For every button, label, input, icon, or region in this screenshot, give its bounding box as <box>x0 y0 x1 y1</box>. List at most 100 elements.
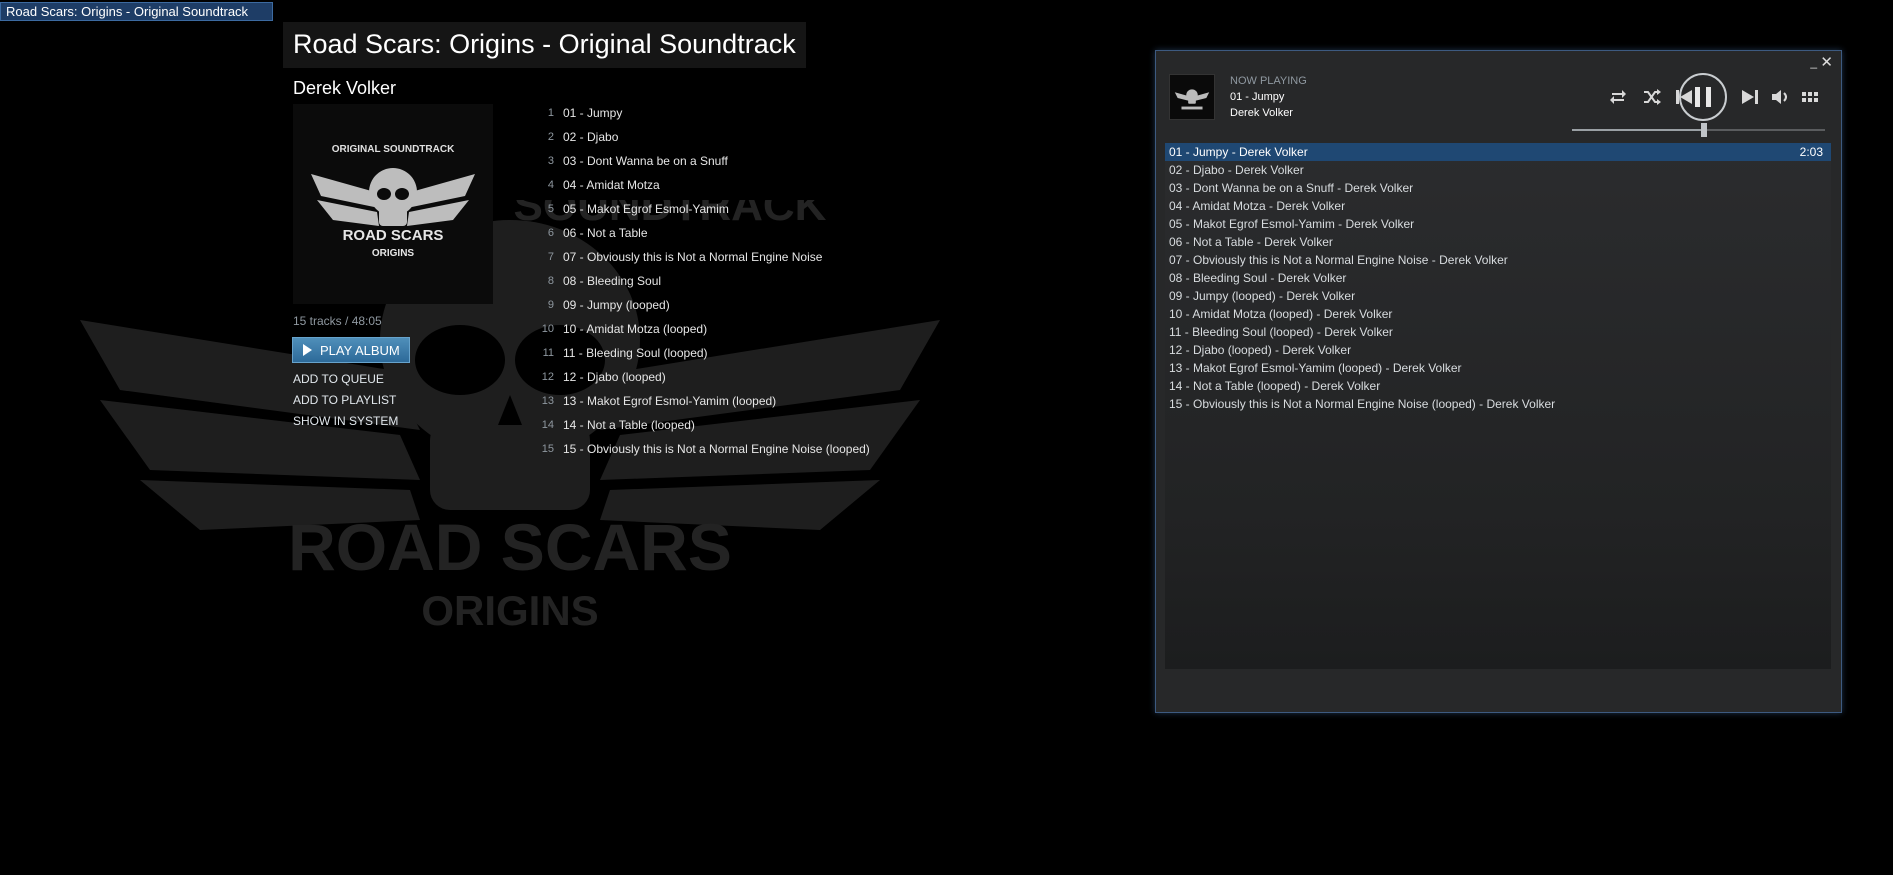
queue-item[interactable]: 13 - Makot Egrof Esmol-Yamim (looped) - … <box>1165 359 1831 377</box>
track-title: 07 - Obviously this is Not a Normal Engi… <box>563 250 823 264</box>
track-row[interactable]: 8 08 - Bleeding Soul <box>530 269 870 293</box>
track-row[interactable]: 4 04 - Amidat Motza <box>530 173 870 197</box>
add-to-queue-link[interactable]: ADD TO QUEUE <box>293 372 384 386</box>
album-cover: ORIGINAL SOUNDTRACK ROAD SCARS ORIGINS <box>293 104 493 304</box>
queue-item[interactable]: 08 - Bleeding Soul - Derek Volker <box>1165 269 1831 287</box>
queue-item-title: 09 - Jumpy (looped) - Derek Volker <box>1169 289 1356 303</box>
play-queue: 01 - Jumpy - Derek Volker 2:03 02 - Djabo… <box>1165 143 1831 669</box>
now-playing-label: NOW PLAYING <box>1230 75 1307 87</box>
queue-item-duration: 2:03 <box>1799 145 1823 159</box>
track-number: 11 <box>542 347 554 359</box>
queue-item[interactable]: 06 - Not a Table - Derek Volker <box>1165 233 1831 251</box>
track-number: 12 <box>541 371 554 383</box>
next-icon[interactable] <box>1741 87 1759 107</box>
track-row[interactable]: 9 09 - Jumpy (looped) <box>530 293 870 317</box>
track-title: 04 - Amidat Motza <box>563 178 660 192</box>
background-brand-text: ROAD SCARS <box>288 510 732 584</box>
pause-icon-bar-left <box>1695 87 1700 107</box>
repeat-icon[interactable] <box>1608 87 1628 107</box>
queue-item[interactable]: 12 - Djabo (looped) - Derek Volker <box>1165 341 1831 359</box>
track-number: 10 <box>541 323 554 335</box>
track-number: 4 <box>547 179 554 191</box>
seek-slider[interactable] <box>1572 123 1825 137</box>
queue-item[interactable]: 03 - Dont Wanna be on a Snuff - Derek Vo… <box>1165 179 1831 197</box>
window-tab[interactable]: Road Scars: Origins - Original Soundtrac… <box>0 2 273 21</box>
queue-item-title: 03 - Dont Wanna be on a Snuff - Derek Vo… <box>1169 181 1414 195</box>
play-album-button[interactable]: PLAY ALBUM <box>292 337 410 363</box>
track-row[interactable]: 15 15 - Obviously this is Not a Normal En… <box>530 437 870 461</box>
queue-item-title: 12 - Djabo (looped) - Derek Volker <box>1169 343 1352 357</box>
grid-menu-icon[interactable] <box>1800 87 1820 107</box>
seek-handle[interactable] <box>1700 123 1707 137</box>
track-row[interactable]: 5 05 - Makot Egrof Esmol-Yamim <box>530 197 870 221</box>
show-in-system-link[interactable]: SHOW IN SYSTEM <box>293 414 398 428</box>
track-row[interactable]: 12 12 - Djabo (looped) <box>530 365 870 389</box>
track-title: 05 - Makot Egrof Esmol-Yamim <box>563 202 729 216</box>
now-playing-artist: Derek Volker <box>1230 107 1293 119</box>
queue-item[interactable]: 07 - Obviously this is Not a Normal Engi… <box>1165 251 1831 269</box>
queue-item-title: 07 - Obviously this is Not a Normal Engi… <box>1169 253 1508 267</box>
queue-item[interactable]: 14 - Not a Table (looped) - Derek Volker <box>1165 377 1831 395</box>
cover-sub-text: ORIGINS <box>372 248 415 259</box>
play-album-label: PLAY ALBUM <box>320 342 400 358</box>
queue-item[interactable]: 04 - Amidat Motza - Derek Volker <box>1165 197 1831 215</box>
album-artist[interactable]: Derek Volker <box>293 78 396 99</box>
track-number: 1 <box>547 107 554 119</box>
queue-item-title: 08 - Bleeding Soul - Derek Volker <box>1169 271 1347 285</box>
seek-progress <box>1572 129 1704 131</box>
track-title: 06 - Not a Table <box>563 226 648 240</box>
close-button[interactable]: ✕ <box>1820 53 1833 71</box>
track-row[interactable]: 3 03 - Dont Wanna be on a Snuff <box>530 149 870 173</box>
queue-item[interactable]: 11 - Bleeding Soul (looped) - Derek Volk… <box>1165 323 1831 341</box>
track-row[interactable]: 14 14 - Not a Table (looped) <box>530 413 870 437</box>
track-title: 01 - Jumpy <box>563 106 623 120</box>
now-playing-track: 01 - Jumpy <box>1230 91 1285 103</box>
track-number: 3 <box>547 155 554 167</box>
album-title: Road Scars: Origins - Original Soundtrac… <box>283 22 806 68</box>
track-row[interactable]: 6 06 - Not a Table <box>530 221 870 245</box>
track-number: 7 <box>547 251 554 263</box>
cover-top-text: ORIGINAL SOUNDTRACK <box>332 144 455 155</box>
pause-button[interactable] <box>1679 73 1727 121</box>
minimize-button[interactable]: _ <box>1810 55 1817 69</box>
track-title: 03 - Dont Wanna be on a Snuff <box>563 154 728 168</box>
music-player-window: _ ✕ NOW PLAYING 01 - Jumpy Derek Volker <box>1155 50 1842 713</box>
track-row[interactable]: 2 02 - Djabo <box>530 125 870 149</box>
track-row[interactable]: 10 10 - Amidat Motza (looped) <box>530 317 870 341</box>
track-title: 08 - Bleeding Soul <box>563 274 662 288</box>
queue-item[interactable]: 01 - Jumpy - Derek Volker 2:03 <box>1165 143 1831 161</box>
queue-item-title: 11 - Bleeding Soul (looped) - Derek Volk… <box>1169 325 1393 339</box>
track-row[interactable]: 1 01 - Jumpy <box>530 101 870 125</box>
track-row[interactable]: 13 13 - Makot Egrof Esmol-Yamim (looped) <box>530 389 870 413</box>
track-row[interactable]: 7 07 - Obviously this is Not a Normal Eng… <box>530 245 870 269</box>
track-row[interactable]: 11 11 - Bleeding Soul (looped) <box>530 341 870 365</box>
volume-icon[interactable] <box>1770 87 1792 107</box>
pause-icon-bar-right <box>1706 87 1711 107</box>
shuffle-icon[interactable] <box>1642 87 1662 107</box>
track-number: 15 <box>541 443 554 455</box>
queue-item-title: 15 - Obviously this is Not a Normal Engi… <box>1169 397 1556 411</box>
track-title: 11 - Bleeding Soul (looped) <box>563 346 708 360</box>
track-title: 12 - Djabo (looped) <box>563 370 666 384</box>
queue-item-title: 02 - Djabo - Derek Volker <box>1169 163 1304 177</box>
track-number: 13 <box>541 395 554 407</box>
queue-item[interactable]: 09 - Jumpy (looped) - Derek Volker <box>1165 287 1831 305</box>
queue-item[interactable]: 15 - Obviously this is Not a Normal Engi… <box>1165 395 1831 413</box>
track-number: 9 <box>547 299 554 311</box>
background-sub-text: ORIGINS <box>421 587 598 634</box>
queue-item-title: 14 - Not a Table (looped) - Derek Volker <box>1169 379 1381 393</box>
queue-item[interactable]: 05 - Makot Egrof Esmol-Yamim - Derek Vol… <box>1165 215 1831 233</box>
cover-brand-text: ROAD SCARS <box>343 227 444 244</box>
queue-item[interactable]: 10 - Amidat Motza (looped) - Derek Volke… <box>1165 305 1831 323</box>
track-title: 14 - Not a Table (looped) <box>563 418 695 432</box>
queue-item-title: 01 - Jumpy - Derek Volker <box>1169 145 1308 159</box>
track-title: 10 - Amidat Motza (looped) <box>563 322 708 336</box>
album-tracklist: 1 01 - Jumpy 2 02 - Djabo 3 03 - Dont Wanna… <box>530 101 870 461</box>
track-number: 6 <box>547 227 554 239</box>
queue-item-title: 10 - Amidat Motza (looped) - Derek Volke… <box>1169 307 1393 321</box>
add-to-playlist-link[interactable]: ADD TO PLAYLIST <box>293 393 396 407</box>
queue-item[interactable]: 02 - Djabo - Derek Volker <box>1165 161 1831 179</box>
desktop: ROAD SCARS ORIGINS SOUNDTRACK Road Scars… <box>0 0 1893 875</box>
track-number: 14 <box>541 419 554 431</box>
queue-item-title: 13 - Makot Egrof Esmol-Yamim (looped) - … <box>1169 361 1462 375</box>
